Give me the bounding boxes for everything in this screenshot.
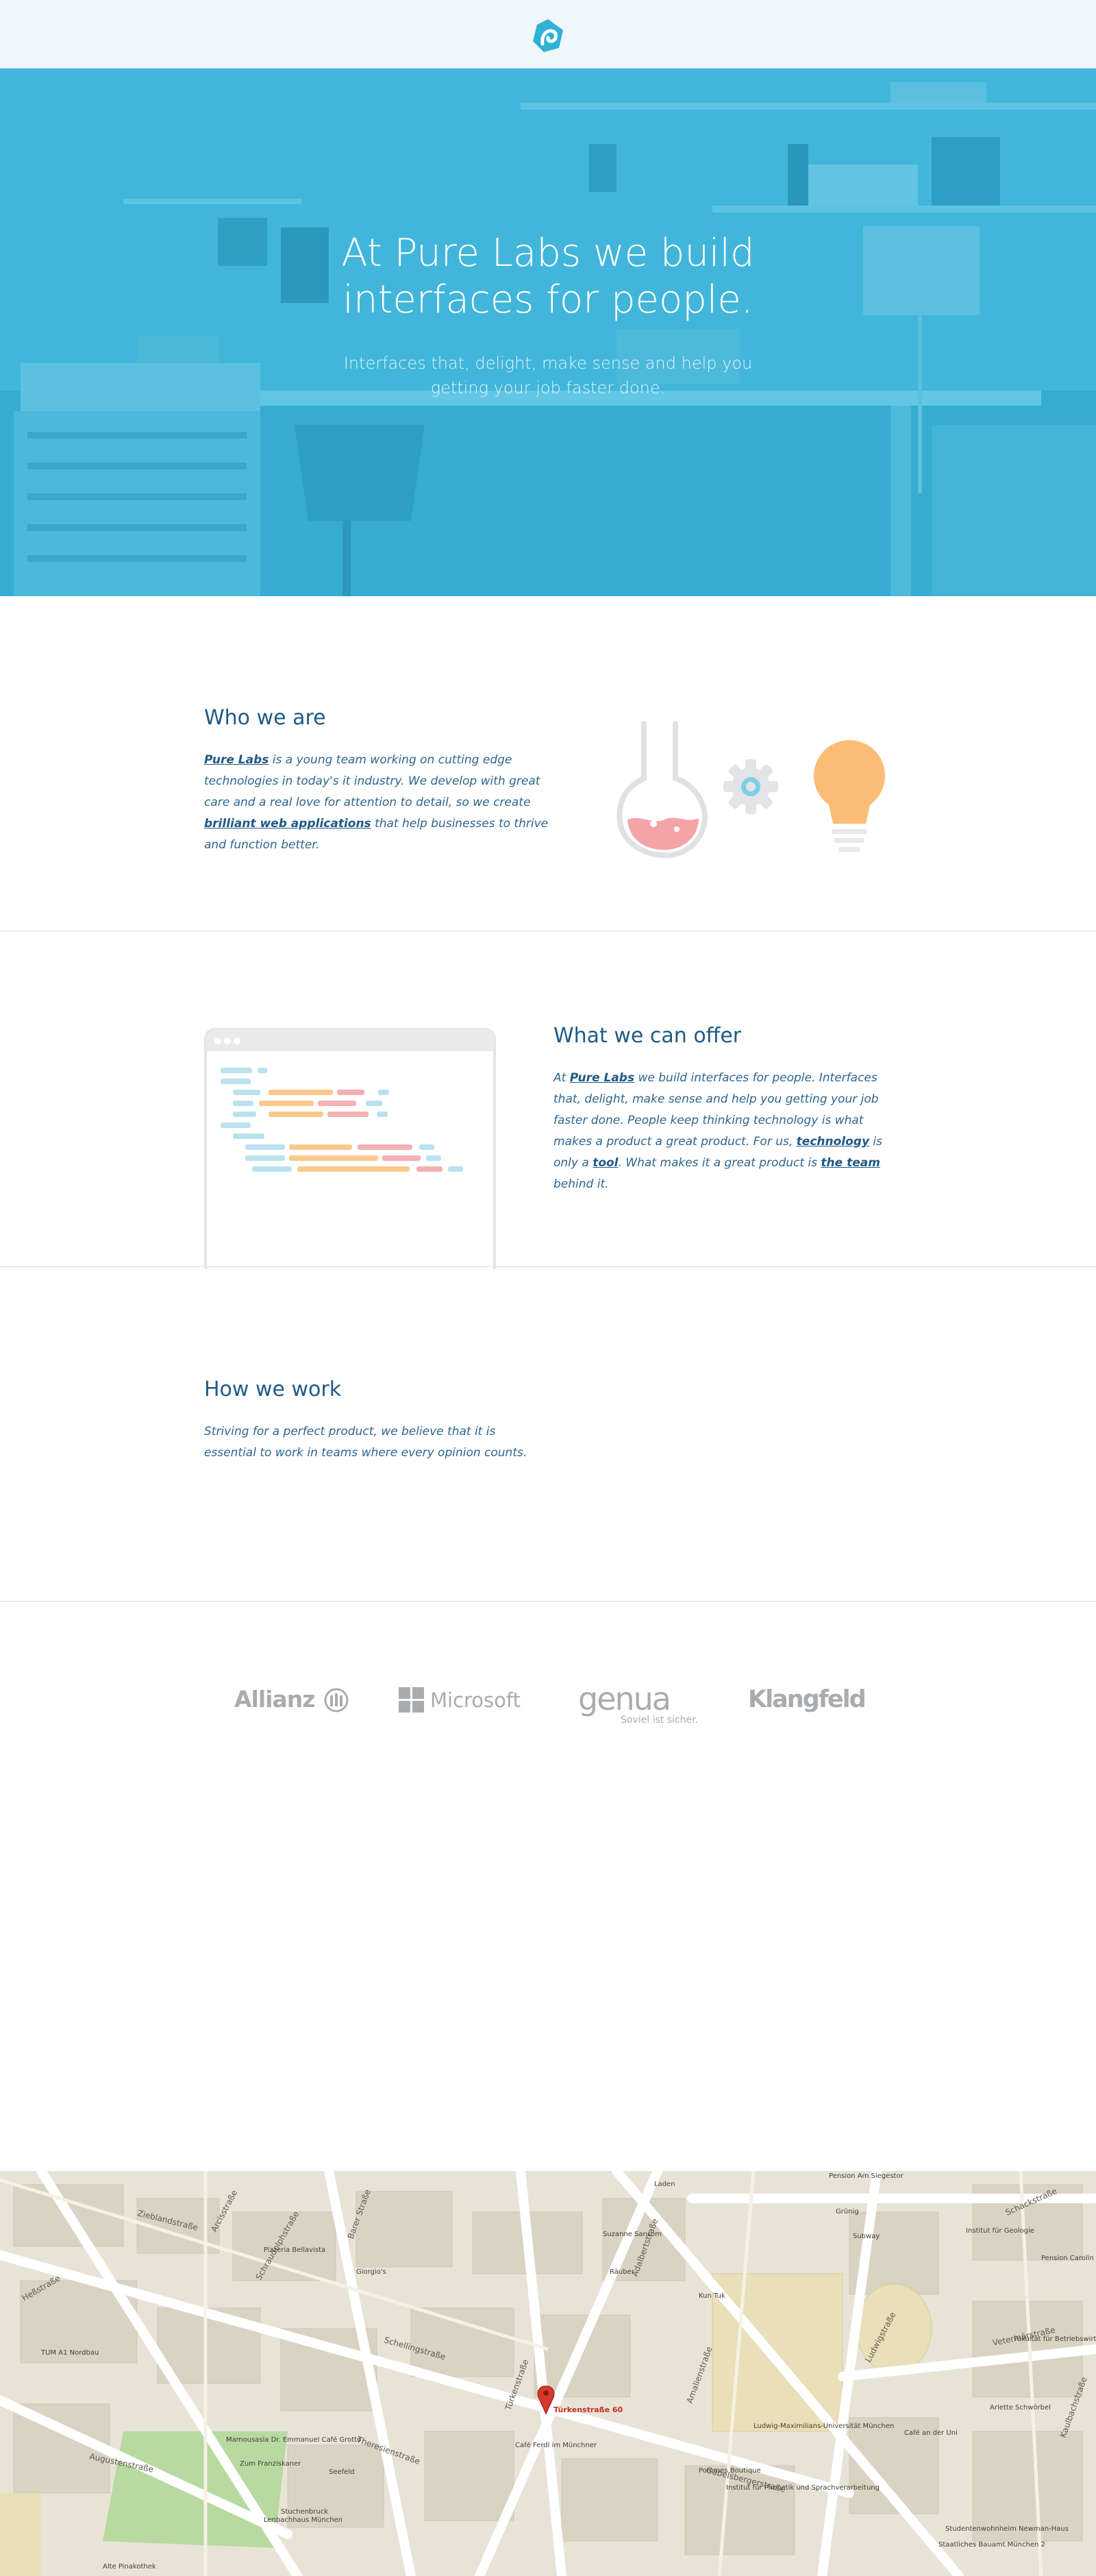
how-we-work-title: How we work <box>204 1377 342 1401</box>
microsoft-windows-icon <box>399 1687 424 1713</box>
map-place-label[interactable]: Zum Franziskaner <box>240 2460 301 2468</box>
map-place-label[interactable]: Pizzeria Bellavista <box>264 2246 325 2254</box>
map-place-label[interactable]: Kun Tuk <box>699 2292 725 2300</box>
map-place-label[interactable]: Café an der Uni <box>904 2429 958 2437</box>
what-we-can-offer-text: At Pure Labs we build interfaces for peo… <box>553 1068 903 1195</box>
map-place-label[interactable]: Laden <box>654 2181 675 2188</box>
who-we-are-text: Pure Labs is a young team working on cut… <box>204 750 559 856</box>
who-we-are-illustration <box>616 721 885 859</box>
offer-text-part-5: behind it. <box>553 1177 609 1191</box>
klangfeld-logo: Klangfeld <box>748 1686 878 1716</box>
allianz-logo: Allianz <box>234 1686 351 1716</box>
map-place-label[interactable]: Pension Carolin <box>1041 2255 1094 2262</box>
map-place-label[interactable]: Fakultät für Betriebswirtschaft <box>1014 2335 1096 2343</box>
pure-labs-link-offer[interactable]: Pure Labs <box>570 1071 634 1085</box>
brilliant-web-applications-link[interactable]: brilliant web applications <box>204 817 371 831</box>
section-divider <box>0 1266 1096 1267</box>
genua-tagline: Soviel ist sicher. <box>621 1715 698 1726</box>
section-divider <box>0 1601 1096 1602</box>
hero-title: At Pure Labs we build interfaces for peo… <box>341 231 755 322</box>
map-place-label[interactable]: Café Ferdl im Münchner <box>515 2441 597 2449</box>
how-we-work-text: Striving for a perfect product, we belie… <box>204 1425 527 1460</box>
map-place-label[interactable]: Studentenwohnheim Newman-Haus <box>945 2525 1069 2533</box>
gear-icon <box>723 759 778 814</box>
hero-office-background <box>0 69 1096 596</box>
map-marker-label: Türkenstraße 60 <box>553 2405 623 2414</box>
the-team-link[interactable]: the team <box>821 1156 880 1170</box>
pure-labs-logo-icon[interactable] <box>529 16 567 55</box>
what-we-can-offer-title: What we can offer <box>553 1024 742 1048</box>
flask-icon <box>616 721 708 859</box>
map-canvas[interactable]: Türkenstraße 60 SchellingstraßeTheresien… <box>0 2171 1096 2576</box>
map-place-label[interactable]: TUM A1 Nordbau <box>40 2349 99 2357</box>
map-place-label[interactable]: Seefeld <box>329 2468 354 2476</box>
map-place-label[interactable]: Arlette Schwörbel <box>990 2404 1051 2412</box>
map-place-label[interactable]: Lenbachhaus München <box>264 2516 342 2524</box>
top-bar <box>0 0 1096 69</box>
map-place-label[interactable]: Stuchenbruck <box>281 2508 328 2516</box>
map-place-label[interactable]: Giorgio's <box>356 2268 386 2276</box>
who-we-are-title: Who we are <box>204 706 326 730</box>
tool-link[interactable]: tool <box>593 1156 618 1170</box>
klangfeld-logo-text: Klangfeld <box>748 1686 867 1713</box>
client-logos: Allianz Microsoft genua Soviel ist siche… <box>226 1672 884 1727</box>
map-place-label[interactable]: Suzanne Sansom <box>603 2231 662 2238</box>
technology-link[interactable]: technology <box>797 1135 869 1149</box>
map-place-label[interactable]: Grünig <box>836 2208 859 2216</box>
microsoft-logo: Microsoft <box>399 1687 529 1717</box>
map-place-label[interactable]: Alte Pinakothek <box>103 2563 156 2571</box>
offer-text-part-4: . What makes it a great product is <box>618 1156 821 1170</box>
microsoft-logo-text: Microsoft <box>430 1689 521 1712</box>
location-map[interactable]: Türkenstraße 60 Schellingstraße Theresien… <box>0 2171 1096 2576</box>
code-editor-illustration <box>204 1028 496 1269</box>
offer-text-part-1: At <box>553 1071 570 1085</box>
map-place-label[interactable]: Pommes Boutique <box>699 2467 761 2475</box>
genua-logo: genua Soviel ist sicher. <box>578 1680 708 1726</box>
genua-logo-text: genua <box>578 1680 671 1717</box>
hero-section: At Pure Labs we build interfaces for peo… <box>0 69 1096 596</box>
map-place-label[interactable]: Staatliches Bauamt München 2 <box>938 2541 1045 2549</box>
allianz-emblem-icon <box>324 1688 349 1713</box>
pure-labs-link[interactable]: Pure Labs <box>204 753 269 767</box>
lightbulb-icon <box>814 740 885 852</box>
map-place-label[interactable]: Mamousasia Dr. Emmanuel Café Grotto <box>226 2436 361 2444</box>
map-place-label[interactable]: Institut für Phonetik und Sprachverarbei… <box>726 2484 880 2492</box>
map-place-label[interactable]: Subway <box>853 2233 880 2240</box>
map-place-label[interactable]: Ludwig-Maximilians-Universität München <box>754 2422 894 2430</box>
map-place-label[interactable]: Institut für Geologie <box>966 2227 1034 2235</box>
map-place-label[interactable]: Räuber <box>610 2268 635 2276</box>
map-place-label[interactable]: Pension Am Siegestor <box>829 2172 904 2180</box>
hero-subtitle: Interfaces that, delight, make sense and… <box>343 354 753 397</box>
allianz-logo-text: Allianz <box>234 1686 315 1713</box>
